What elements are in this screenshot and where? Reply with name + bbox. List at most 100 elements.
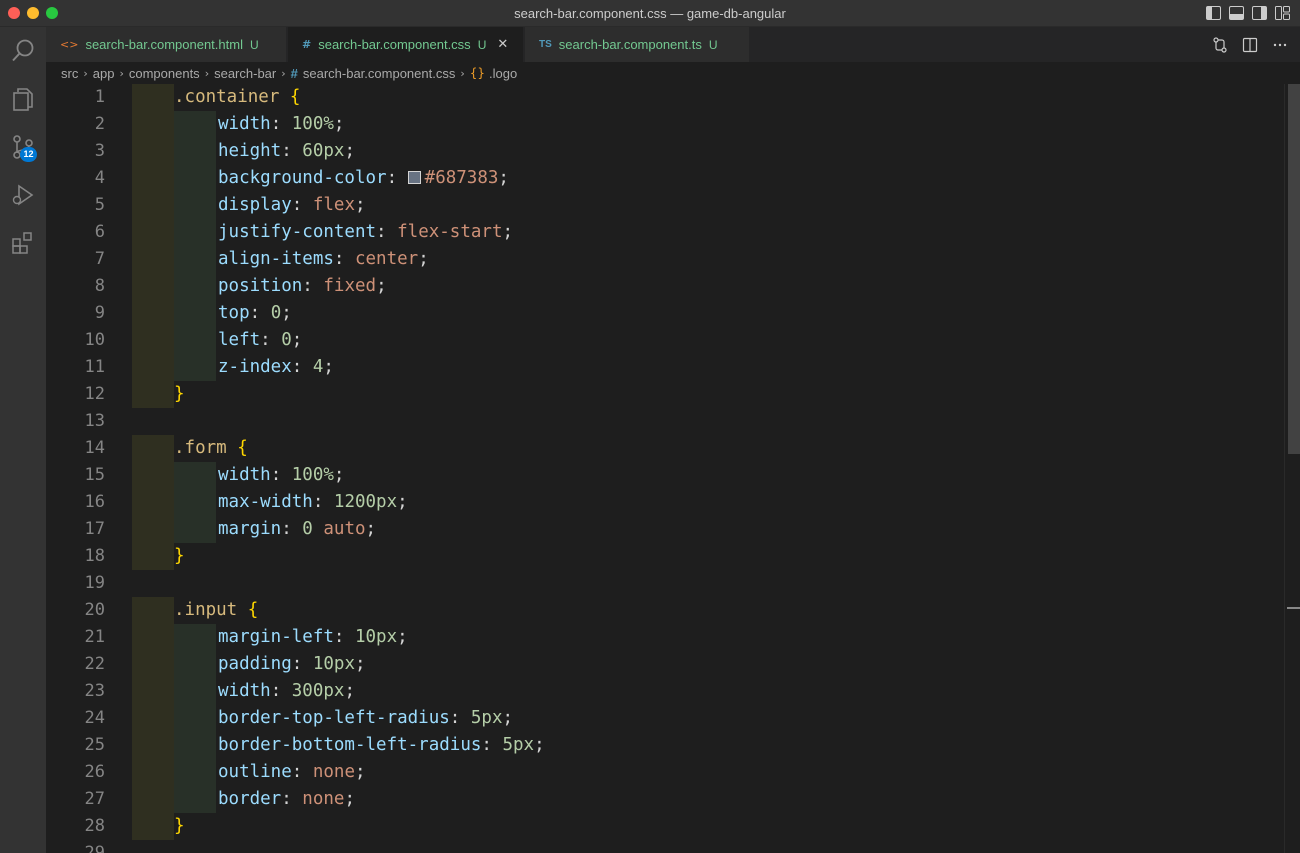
indent-guide <box>174 489 216 516</box>
code-text: top: 0; <box>218 300 292 327</box>
code-token: ; <box>344 141 355 161</box>
code-token: : <box>270 465 292 485</box>
code-text: } <box>174 813 185 840</box>
indent-guide <box>132 732 174 759</box>
code-token: { <box>237 438 248 458</box>
code-line[interactable]: 28} <box>46 813 1284 840</box>
code-text: align-items: center; <box>218 246 429 273</box>
code-line[interactable]: 4 background-color: #687383; <box>46 165 1284 192</box>
code-text: height: 60px; <box>218 138 355 165</box>
code-token: : <box>449 708 471 728</box>
extensions-icon[interactable] <box>0 219 46 267</box>
indent-guide <box>174 192 216 219</box>
line-number: 20 <box>84 600 105 620</box>
search-icon[interactable] <box>0 27 46 75</box>
scrollbar-thumb[interactable] <box>1288 84 1300 454</box>
code-token: : <box>281 519 303 539</box>
code-line[interactable]: 17 margin: 0 auto; <box>46 516 1284 543</box>
code-line[interactable]: 25 border-bottom-left-radius: 5px; <box>46 732 1284 759</box>
code-line[interactable]: 3 height: 60px; <box>46 138 1284 165</box>
tab-search-bar-component-ts[interactable]: TS search-bar.component.ts U <box>525 27 750 62</box>
code-token: : <box>333 249 355 269</box>
code-line[interactable]: 26 outline: none; <box>46 759 1284 786</box>
code-line[interactable]: 2 width: 100%; <box>46 111 1284 138</box>
toggle-panel-icon[interactable] <box>1229 6 1244 20</box>
indent-guide <box>132 246 174 273</box>
tab-search-bar-component-html[interactable]: <> search-bar.component.html U <box>46 27 287 62</box>
indent-guide <box>174 624 216 651</box>
code-token: ; <box>291 330 303 350</box>
code-line[interactable]: 9 top: 0; <box>46 300 1284 327</box>
indent-guide <box>132 84 174 111</box>
code-line[interactable]: 5 display: flex; <box>46 192 1284 219</box>
color-swatch[interactable] <box>407 171 421 184</box>
indent-guide <box>132 354 174 381</box>
indent-guide <box>174 354 216 381</box>
code-line[interactable]: 11 z-index: 4; <box>46 354 1284 381</box>
customize-layout-icon[interactable] <box>1275 6 1290 20</box>
code-editor[interactable]: 1 .container {2 width: 100%; 3 height: 60px;… <box>46 84 1300 853</box>
code-line[interactable]: 18} <box>46 543 1284 570</box>
code-token: display <box>218 195 292 215</box>
code-line[interactable]: 22 padding: 10px; <box>46 651 1284 678</box>
code-token: 60px <box>302 141 345 161</box>
code-line[interactable]: 7 align-items: center; <box>46 246 1284 273</box>
run-and-debug-icon[interactable] <box>0 171 46 219</box>
breadcrumb-item[interactable]: app <box>93 66 115 81</box>
code-line[interactable]: 27 border: none; <box>46 786 1284 813</box>
code-token: : <box>376 222 398 242</box>
code-line[interactable]: 6 justify-content: flex-start; <box>46 219 1284 246</box>
code-line[interactable]: 10 left: 0; <box>46 327 1284 354</box>
code-line[interactable]: 21 margin-left: 10px; <box>46 624 1284 651</box>
breadcrumb-symbol[interactable]: {} .logo <box>470 66 517 81</box>
code-token: ; <box>333 114 345 134</box>
explorer-icon[interactable] <box>0 75 46 123</box>
more-actions-icon[interactable] <box>1272 37 1288 53</box>
code-token: : <box>333 627 355 647</box>
code-token: border-top-left-radius <box>218 708 450 728</box>
code-line[interactable]: 16 max-width: 1200px; <box>46 489 1284 516</box>
code-line[interactable]: 14 .form { <box>46 435 1284 462</box>
tab-label: search-bar.component.html <box>85 37 243 52</box>
toggle-primary-sidebar-icon[interactable] <box>1206 6 1221 20</box>
toggle-secondary-sidebar-icon[interactable] <box>1252 6 1267 20</box>
code-text: border: none; <box>218 786 355 813</box>
code-line[interactable]: 20 .input { <box>46 597 1284 624</box>
code-token: : <box>291 195 313 215</box>
code-token: auto <box>323 519 366 539</box>
indent-guide <box>132 597 174 624</box>
line-number: 11 <box>84 357 105 377</box>
code-token: width <box>218 681 271 701</box>
indent-guide <box>132 786 174 813</box>
code-line[interactable]: 8 position: fixed; <box>46 273 1284 300</box>
split-editor-icon[interactable] <box>1242 37 1258 53</box>
code-line[interactable]: 13 <box>46 408 1284 435</box>
code-line[interactable]: 1 .container { <box>46 84 1284 111</box>
close-icon[interactable]: ✕ <box>497 37 508 52</box>
code-line[interactable]: 24 border-top-left-radius: 5px; <box>46 705 1284 732</box>
code-token: width <box>218 114 271 134</box>
title-bar: search-bar.component.css — game-db-angul… <box>0 0 1300 27</box>
breadcrumb-item[interactable]: src <box>61 66 78 81</box>
code-token: .form <box>174 438 227 458</box>
code-text: display: flex; <box>218 192 366 219</box>
code-token: ; <box>365 519 377 539</box>
code-line[interactable]: 12} <box>46 381 1284 408</box>
code-line[interactable]: 29 <box>46 840 1284 853</box>
breadcrumb-item[interactable]: components <box>129 66 200 81</box>
line-number: 1 <box>94 87 105 107</box>
line-number: 13 <box>84 411 105 431</box>
code-line[interactable]: 23 width: 300px; <box>46 678 1284 705</box>
code-line[interactable]: 15 width: 100%; <box>46 462 1284 489</box>
tab-search-bar-component-css[interactable]: # search-bar.component.css U ✕ <box>288 27 524 62</box>
breadcrumb-file[interactable]: # search-bar.component.css <box>291 66 456 81</box>
chevron-right-icon: › <box>460 66 465 80</box>
code-line[interactable]: 19 <box>46 570 1284 597</box>
open-changes-icon[interactable] <box>1212 37 1228 53</box>
code-token: ; <box>376 276 387 296</box>
source-control-icon[interactable]: 12 <box>0 123 46 171</box>
vertical-scrollbar[interactable] <box>1284 84 1300 853</box>
breadcrumb-item[interactable]: search-bar <box>214 66 276 81</box>
